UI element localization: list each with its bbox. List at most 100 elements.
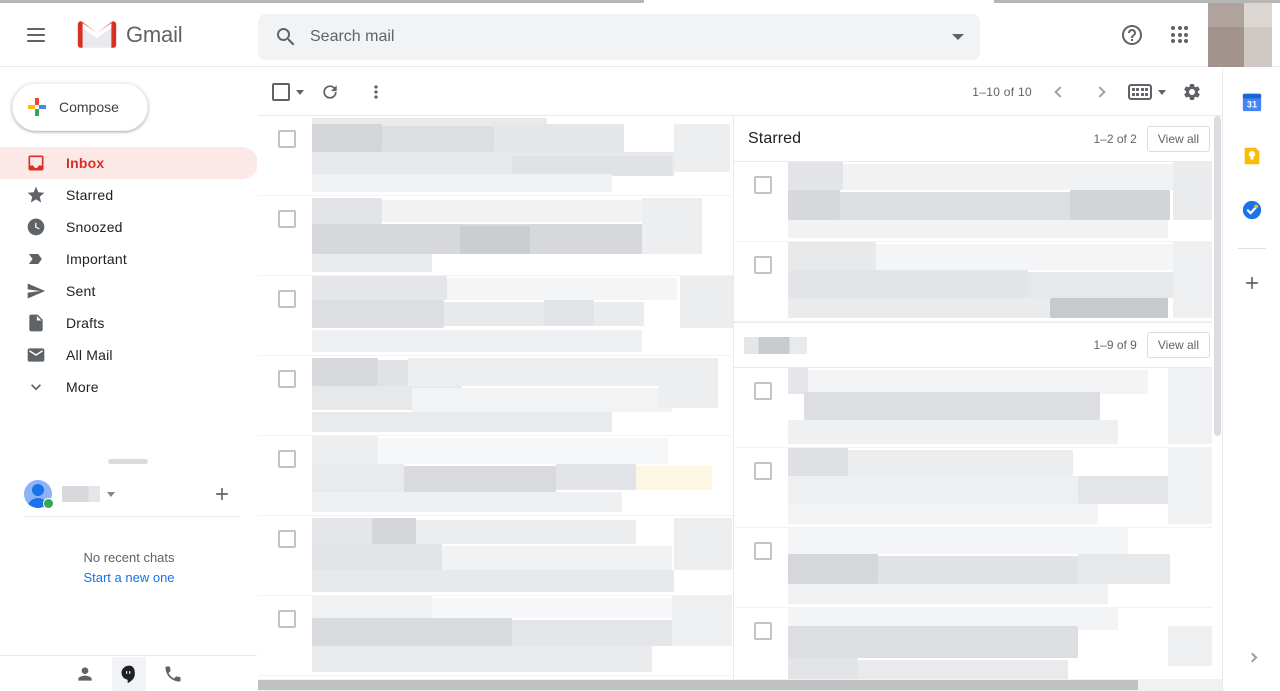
row-checkbox[interactable] [278, 610, 296, 628]
row-checkbox[interactable] [278, 130, 296, 148]
chat-avatar-icon[interactable] [24, 480, 54, 509]
hangouts-button[interactable] [112, 656, 146, 691]
google-tasks-button[interactable] [1232, 190, 1272, 230]
gear-icon [1184, 83, 1200, 100]
side-rail: 31 [1222, 68, 1280, 691]
row-checkbox[interactable] [278, 210, 296, 228]
chevron-down-icon [952, 34, 964, 40]
table-row[interactable] [734, 448, 1222, 528]
refresh-icon [323, 85, 337, 99]
newer-page-button[interactable] [1040, 72, 1080, 112]
help-button[interactable] [1108, 11, 1156, 59]
table-row[interactable] [734, 162, 1222, 242]
vertical-scrollbar-thumb[interactable] [1214, 116, 1221, 436]
sidebar-item-all-mail[interactable]: All Mail [0, 339, 258, 371]
chat-footer-toolbar [0, 655, 258, 691]
more-options-button[interactable] [356, 72, 396, 112]
rail-divider [1237, 248, 1266, 249]
horizontal-scrollbar-thumb[interactable] [258, 680, 1138, 690]
row-checkbox[interactable] [278, 370, 296, 388]
horizontal-scrollbar[interactable] [258, 679, 1222, 691]
input-tools-button[interactable] [1128, 84, 1166, 100]
sidebar-item-starred[interactable]: Starred [0, 179, 258, 211]
select-all-checkbox[interactable] [272, 83, 304, 101]
phone-icon [165, 666, 181, 681]
sidebar-item-snoozed[interactable]: Snoozed [0, 211, 258, 243]
sidebar-item-drafts[interactable]: Drafts [0, 307, 258, 339]
chevron-down-icon [1158, 89, 1166, 95]
settings-button[interactable] [1172, 72, 1212, 112]
view-all-button[interactable]: View all [1146, 332, 1210, 358]
redacted-message-content [788, 608, 1222, 688]
checkbox-icon [272, 83, 290, 101]
online-status-dot [43, 498, 54, 509]
refresh-button[interactable] [310, 72, 350, 112]
sidebar-item-inbox[interactable]: Inbox [0, 147, 258, 179]
gmail-brand[interactable]: Gmail [76, 19, 183, 51]
redacted-message-content [312, 196, 733, 276]
account-avatar[interactable] [1208, 3, 1272, 67]
table-row[interactable] [734, 608, 1222, 688]
table-row[interactable] [734, 368, 1222, 448]
google-keep-icon [1244, 147, 1259, 165]
table-row[interactable] [258, 516, 733, 596]
sidebar-item-important[interactable]: Important [0, 243, 258, 275]
table-row[interactable] [734, 242, 1222, 322]
table-row[interactable] [258, 596, 733, 676]
label-important-icon [26, 249, 46, 269]
google-calendar-button[interactable]: 31 [1232, 82, 1272, 122]
search-options-button[interactable] [936, 15, 980, 59]
view-all-button[interactable]: View all [1146, 125, 1210, 152]
redacted-message-content [312, 276, 733, 356]
gmail-logo-icon [77, 20, 117, 48]
chevron-down-icon[interactable] [107, 491, 115, 497]
row-checkbox[interactable] [278, 450, 296, 468]
keyboard-icon [1128, 84, 1152, 100]
search-bar[interactable] [258, 14, 980, 60]
google-calendar-icon: 31 [1242, 93, 1261, 112]
chevron-right-icon [1094, 86, 1106, 98]
table-row[interactable] [734, 528, 1222, 608]
redacted-message-content [312, 596, 733, 676]
row-checkbox[interactable] [754, 176, 772, 194]
svg-text:31: 31 [1246, 100, 1256, 110]
sidebar-item-more[interactable]: More [0, 371, 258, 403]
phone-button[interactable] [156, 657, 190, 691]
sidebar-item-sent[interactable]: Sent [0, 275, 258, 307]
chat-resize-handle[interactable] [108, 459, 148, 464]
row-checkbox[interactable] [754, 622, 772, 640]
table-row[interactable] [258, 356, 733, 436]
table-row[interactable] [258, 436, 733, 516]
vertical-scrollbar[interactable] [1212, 116, 1222, 691]
hamburger-icon [27, 27, 45, 42]
chat-account-name [62, 486, 100, 502]
google-apps-button[interactable] [1156, 11, 1204, 59]
section-header-secondary: 1–9 of 9 View all [734, 322, 1222, 368]
row-checkbox[interactable] [754, 256, 772, 274]
get-addons-button[interactable] [1232, 263, 1272, 303]
draft-icon [26, 313, 46, 333]
gmail-app: Gmail Search mail Compose Inbox Starred … [0, 0, 1280, 691]
row-checkbox[interactable] [754, 382, 772, 400]
main-menu-button[interactable] [12, 11, 60, 59]
expand-side-panel-button[interactable] [1223, 641, 1280, 673]
row-checkbox[interactable] [278, 530, 296, 548]
inbox-icon [26, 153, 46, 173]
older-page-button[interactable] [1080, 72, 1120, 112]
chat-divider [24, 516, 240, 517]
row-checkbox[interactable] [754, 542, 772, 560]
table-row[interactable] [258, 116, 733, 196]
row-checkbox[interactable] [278, 290, 296, 308]
google-keep-button[interactable] [1232, 136, 1272, 176]
compose-button[interactable]: Compose [12, 83, 148, 131]
row-checkbox[interactable] [754, 462, 772, 480]
new-chat-button[interactable] [212, 484, 232, 504]
more-vertical-icon [374, 85, 378, 99]
mail-icon [26, 345, 46, 365]
chat-start-new-link[interactable]: Start a new one [0, 570, 258, 585]
search-input[interactable] [310, 28, 936, 46]
contacts-button[interactable] [68, 657, 102, 691]
table-row[interactable] [258, 276, 733, 356]
section-header-starred: Starred 1–2 of 2 View all [734, 116, 1222, 162]
table-row[interactable] [258, 196, 733, 276]
